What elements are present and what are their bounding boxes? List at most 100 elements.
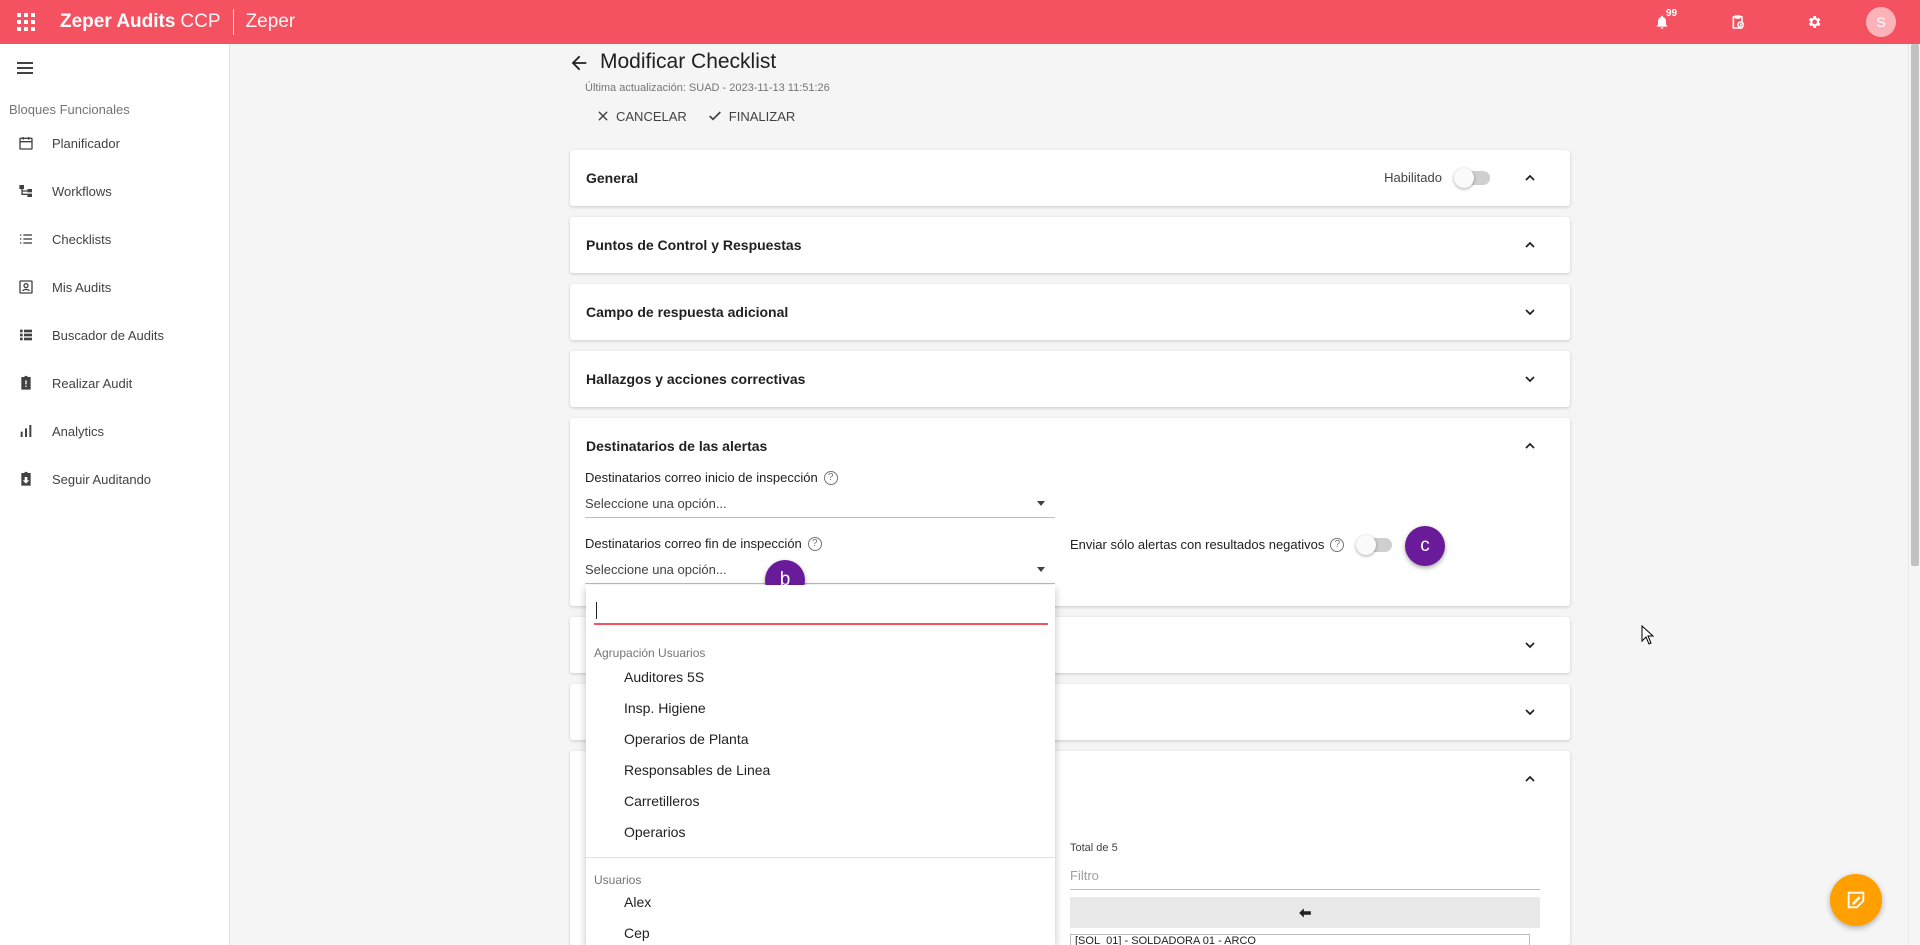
dropdown-option[interactable]: Cep [624, 925, 650, 941]
negative-only-toggle[interactable] [1356, 535, 1392, 555]
panel-general-header[interactable]: General Habilitado [570, 150, 1570, 206]
chevron-down-icon[interactable] [1522, 304, 1538, 320]
finish-label: FINALIZAR [728, 108, 796, 124]
apps-grid-icon[interactable] [0, 13, 52, 31]
panel-additional-field-header[interactable]: Campo de respuesta adicional [570, 284, 1570, 340]
sidebar-item-seguir-auditando[interactable]: Seguir Auditando [0, 459, 229, 499]
dropdown-option[interactable]: Operarios de Planta [624, 731, 749, 747]
panel-findings: Hallazgos y acciones correctivas [570, 351, 1570, 407]
start-recipients-select[interactable]: Seleccione una opción... [585, 490, 1055, 518]
sidebar-item-analytics[interactable]: Analytics [0, 411, 229, 451]
page-title: Modificar Checklist [600, 50, 777, 73]
panel-control-points-header[interactable]: Puntos de Control y Respuestas [570, 217, 1570, 273]
sidebar-item-label: Planificador [52, 135, 120, 151]
dropdown-option[interactable]: Operarios [624, 824, 685, 840]
start-recipients-placeholder: Seleccione una opción... [585, 496, 727, 511]
dropdown-option[interactable]: Carretilleros [624, 793, 699, 809]
caret-down-icon [1037, 567, 1045, 572]
app-suffix: CCP [180, 11, 221, 32]
dropdown-search-input[interactable] [594, 595, 1048, 625]
chevron-up-icon[interactable] [1522, 438, 1538, 454]
list-item[interactable]: [SOL_01] - SOLDADORA 01 - ARCO [1070, 934, 1530, 945]
chevron-up-icon[interactable] [1522, 771, 1538, 787]
filter-input[interactable]: Filtro [1070, 862, 1540, 890]
sidebar: Bloques Funcionales Planificador Workflo… [0, 44, 230, 945]
end-recipients-select[interactable]: Seleccione una opción... [585, 556, 1055, 584]
dropdown-option[interactable]: Responsables de Linea [624, 762, 770, 778]
help-icon[interactable]: ? [807, 536, 822, 551]
chevron-up-icon[interactable] [1522, 170, 1538, 186]
panel-title: Destinatarios de las alertas [586, 438, 768, 454]
settings-button[interactable] [1776, 0, 1852, 44]
sidebar-section-title: Bloques Funcionales [9, 102, 130, 117]
cancel-label: CANCELAR [616, 108, 687, 124]
org-name: Zeper [245, 11, 296, 32]
sidebar-item-checklists[interactable]: Checklists [0, 219, 229, 259]
dropdown-option[interactable]: Insp. Higiene [624, 700, 706, 716]
workflow-icon [0, 183, 52, 199]
help-icon[interactable]: ? [823, 470, 838, 485]
sidebar-item-realizar-audit[interactable]: Realizar Audit [0, 363, 229, 403]
app-title: Zeper Audits CCP Zeper [60, 9, 295, 35]
list-icon [0, 231, 52, 247]
sidebar-item-mis-audits[interactable]: Mis Audits [0, 267, 229, 307]
sidebar-item-planificador[interactable]: Planificador [0, 123, 229, 163]
back-arrow-icon[interactable] [568, 52, 590, 74]
sidebar-item-label: Seguir Auditando [52, 471, 152, 487]
enabled-label: Habilitado [1384, 170, 1442, 185]
hamburger-menu-icon[interactable] [14, 56, 38, 80]
finish-button[interactable]: FINALIZAR [707, 108, 795, 124]
contact-card-icon [0, 279, 52, 295]
start-recipients-label: Destinatarios correo inicio de inspecció… [585, 470, 838, 485]
chevron-down-icon[interactable] [1522, 371, 1538, 387]
sidebar-item-label: Analytics [52, 423, 105, 439]
cancel-button[interactable]: CANCELAR [596, 108, 687, 124]
scrollbar-thumb[interactable] [1911, 44, 1919, 566]
dropdown-option[interactable]: Alex [624, 894, 651, 910]
dropdown-group-label: Agrupación Usuarios [594, 646, 706, 660]
panel-additional-field: Campo de respuesta adicional [570, 284, 1570, 340]
enabled-toggle[interactable] [1454, 167, 1490, 188]
dropdown-divider [586, 857, 1055, 858]
panel-findings-header[interactable]: Hallazgos y acciones correctivas [570, 351, 1570, 407]
mouse-pointer-icon [1641, 625, 1655, 645]
sidebar-item-buscador[interactable]: Buscador de Audits [0, 315, 229, 355]
page-scrollbar[interactable] [1908, 44, 1920, 945]
chevron-down-icon[interactable] [1522, 637, 1538, 653]
clipboard-download-icon [0, 471, 52, 487]
calendar-icon [0, 135, 52, 151]
last-updated: Última actualización: SUAD - 2023-11-13 … [585, 82, 830, 94]
panel-general: General Habilitado [570, 150, 1570, 206]
sidebar-item-label: Mis Audits [52, 279, 112, 295]
sidebar-item-label: Realizar Audit [52, 375, 133, 391]
panel-alerts-header[interactable]: Destinatarios de las alertas [570, 418, 1570, 474]
chevron-down-icon[interactable] [1522, 704, 1538, 720]
end-recipients-placeholder: Seleccione una opción... [585, 562, 727, 577]
panel-title: General [586, 170, 639, 186]
help-icon[interactable]: ? [1330, 537, 1345, 552]
sidebar-item-workflows[interactable]: Workflows [0, 171, 229, 211]
notifications-badge: 99 [1666, 8, 1678, 19]
panel-control-points: Puntos de Control y Respuestas [570, 217, 1570, 273]
top-bar: Zeper Audits CCP Zeper 99 S [0, 0, 1920, 44]
user-avatar[interactable]: S [1866, 7, 1896, 37]
bar-chart-icon [0, 423, 52, 439]
sidebar-item-label: Buscador de Audits [52, 327, 165, 343]
dropdown-group-label: Usuarios [594, 873, 642, 887]
gear-icon [1808, 16, 1821, 28]
end-recipients-text: Destinatarios correo fin de inspección [585, 536, 802, 551]
sidebar-item-label: Workflows [52, 183, 112, 199]
feedback-fab-button[interactable] [1830, 874, 1882, 926]
notifications-button[interactable]: 99 [1624, 0, 1700, 44]
panel-title: Campo de respuesta adicional [586, 304, 789, 320]
total-count: Total de 5 [1070, 842, 1118, 854]
caret-down-icon [1037, 501, 1045, 506]
clipboard-clock-button[interactable] [1700, 0, 1776, 44]
dropdown-option[interactable]: Auditores 5S [624, 669, 704, 685]
annotation-marker-c: c [1405, 526, 1445, 566]
text-caret [596, 602, 597, 619]
move-left-button[interactable] [1070, 897, 1540, 928]
chevron-up-icon[interactable] [1522, 237, 1538, 253]
negative-only-label: Enviar sólo alertas con resultados negat… [1070, 537, 1345, 552]
panel-title: Puntos de Control y Respuestas [586, 237, 802, 253]
